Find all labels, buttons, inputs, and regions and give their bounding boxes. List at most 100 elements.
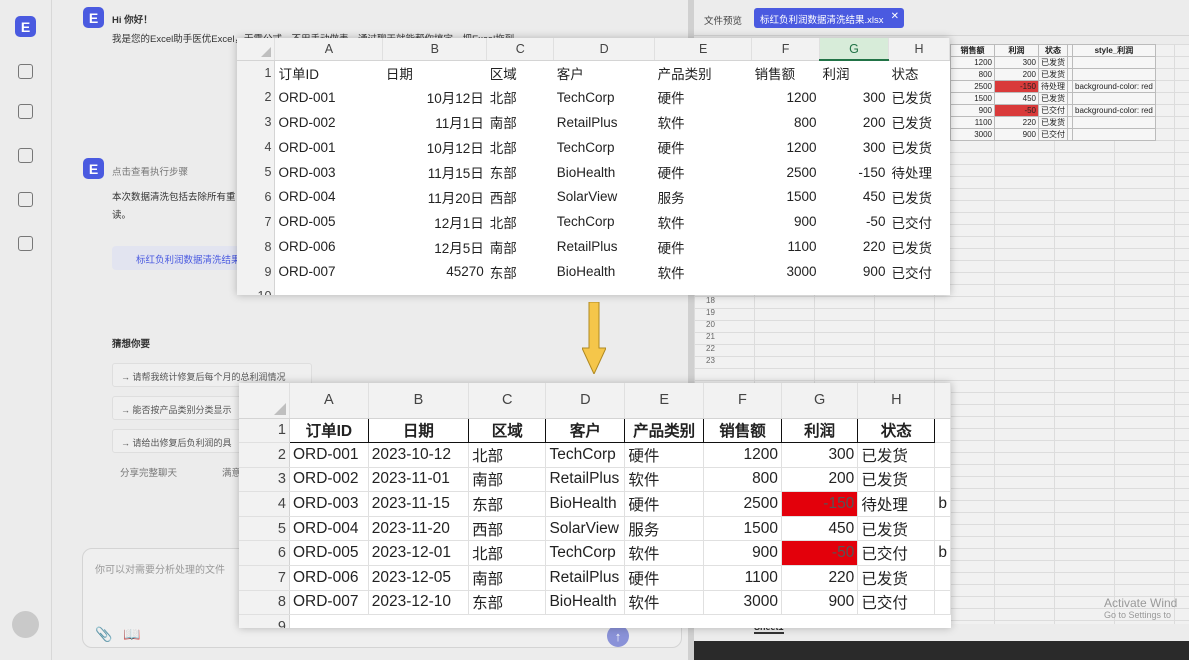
table-cell[interactable]: 1200 [752,135,820,160]
table-cell[interactable]: 11月15日 [383,160,487,185]
table-cell[interactable]: 已发货 [888,234,949,259]
table-cell[interactable]: ORD-005 [275,209,383,234]
table-cell[interactable]: 硬件 [655,234,752,259]
row-number[interactable]: 3 [237,109,276,135]
table-cell[interactable]: 已发货 [888,135,949,160]
table-cell[interactable]: 软件 [624,590,704,616]
table-cell[interactable]: 已发货 [857,516,936,542]
row-number[interactable]: 1 [239,418,290,444]
table-cell[interactable]: ORD-005 [289,540,369,567]
table-cell[interactable]: 服务 [624,516,704,542]
table-cell[interactable]: 服务 [655,184,752,209]
table-cell[interactable]: 1200 [703,442,782,468]
table-cell[interactable]: 3000 [703,590,782,616]
table-cell[interactable]: 220 [781,565,859,591]
table-cell[interactable]: BioHealth [545,491,626,517]
share-button[interactable]: 分享完整聊天 [120,465,177,479]
table-cell[interactable]: 1100 [703,565,782,591]
table-cell[interactable]: 900 [820,259,889,284]
table-cell[interactable]: 北部 [487,135,554,160]
table-cell[interactable]: 已交付 [857,540,936,567]
table-cell[interactable]: 45270 [383,259,487,284]
table-cell[interactable]: RetailPlus [554,110,655,135]
table-cell[interactable]: 11月20日 [383,184,487,209]
table-cell[interactable]: 已发货 [888,184,949,209]
table-cell[interactable]: 已发货 [888,110,949,135]
table-cell[interactable]: 300 [820,135,889,160]
header-cell[interactable]: 日期 [367,417,470,444]
table-cell[interactable]: BioHealth [554,160,655,185]
table-cell[interactable]: 东部 [487,259,554,284]
table-cell[interactable]: 硬件 [624,565,704,591]
table-cell[interactable]: 2023-12-05 [368,565,470,591]
table-cell[interactable]: 450 [781,516,859,542]
select-all-corner[interactable] [237,38,276,61]
table-cell[interactable]: 东部 [468,590,547,616]
header-cell[interactable]: 销售额 [752,60,820,85]
column-header[interactable]: D [545,383,626,419]
apps-icon[interactable] [18,192,33,207]
video-icon[interactable] [18,64,33,79]
table-cell[interactable]: 300 [820,85,889,110]
table-cell[interactable]: TechCorp [545,540,626,567]
table-cell[interactable]: 2023-12-01 [368,540,470,567]
select-all-corner[interactable] [239,383,290,419]
table-cell[interactable]: 1200 [752,85,820,110]
table-cell[interactable]: 南部 [468,467,547,493]
row-number[interactable]: 6 [239,540,290,567]
style-overflow-cell[interactable] [934,565,951,591]
row-number[interactable]: 10 [237,284,276,295]
table-cell[interactable]: 2500 [703,491,782,517]
column-header[interactable] [934,383,951,419]
book-icon[interactable]: 📖 [123,626,140,643]
column-header[interactable]: A [289,383,369,419]
table-cell[interactable]: TechCorp [554,209,655,234]
header-cell[interactable]: 客户 [545,417,626,444]
table-cell[interactable]: 900 [752,209,820,234]
header-cell[interactable]: 状态 [857,417,936,444]
header-cell[interactable]: 状态 [888,60,949,85]
send-button[interactable]: ↑ [607,625,629,647]
style-overflow-cell[interactable]: b [934,540,951,567]
style-overflow-cell[interactable] [934,516,951,542]
style-overflow-cell[interactable] [934,442,951,468]
column-header[interactable]: F [703,383,782,419]
table-cell[interactable]: BioHealth [545,590,626,616]
table-cell[interactable]: 南部 [487,110,554,135]
table-cell[interactable]: 200 [820,110,889,135]
table-cell[interactable]: TechCorp [545,442,626,468]
table-cell[interactable]: -150 [820,160,889,185]
column-header[interactable]: H [857,383,936,419]
table-cell[interactable]: ORD-001 [289,442,369,468]
table-cell[interactable]: 1500 [703,516,782,542]
table-cell[interactable]: 硬件 [624,491,704,517]
column-header[interactable]: H [888,38,950,61]
table-cell[interactable]: ORD-006 [275,234,383,259]
negative-profit-cell[interactable]: -150 [781,491,859,517]
table-cell[interactable]: 3000 [752,259,820,284]
table-cell[interactable]: 已发货 [857,565,936,591]
table-cell[interactable]: 1500 [752,184,820,209]
row-number[interactable]: 6 [237,184,276,210]
attach-icon[interactable]: 📎 [95,626,112,643]
file-tab[interactable]: 标红负利润数据清洗结果.xlsx ✕ [754,8,904,28]
table-cell[interactable]: SolarView [554,184,655,209]
style-overflow-cell[interactable] [934,590,951,616]
table-cell[interactable]: 2023-11-20 [368,516,470,542]
table-cell[interactable]: 2500 [752,160,820,185]
column-header[interactable]: D [553,38,656,61]
row-number[interactable]: 1 [237,60,276,85]
column-header[interactable]: E [654,38,753,61]
table-cell[interactable]: 软件 [624,467,704,493]
table-cell[interactable]: 12月5日 [383,234,487,259]
header-cell[interactable]: 客户 [554,60,655,85]
header-cell[interactable]: 产品类别 [655,60,752,85]
table-cell[interactable]: 硬件 [655,135,752,160]
table-cell[interactable]: 待处理 [857,491,936,517]
row-number[interactable]: 8 [237,234,276,260]
table-cell[interactable]: 300 [781,442,859,468]
table-cell[interactable]: 800 [752,110,820,135]
table-cell[interactable]: 硬件 [655,160,752,185]
table-cell[interactable]: 硬件 [655,85,752,110]
row-number[interactable]: 5 [237,159,276,185]
